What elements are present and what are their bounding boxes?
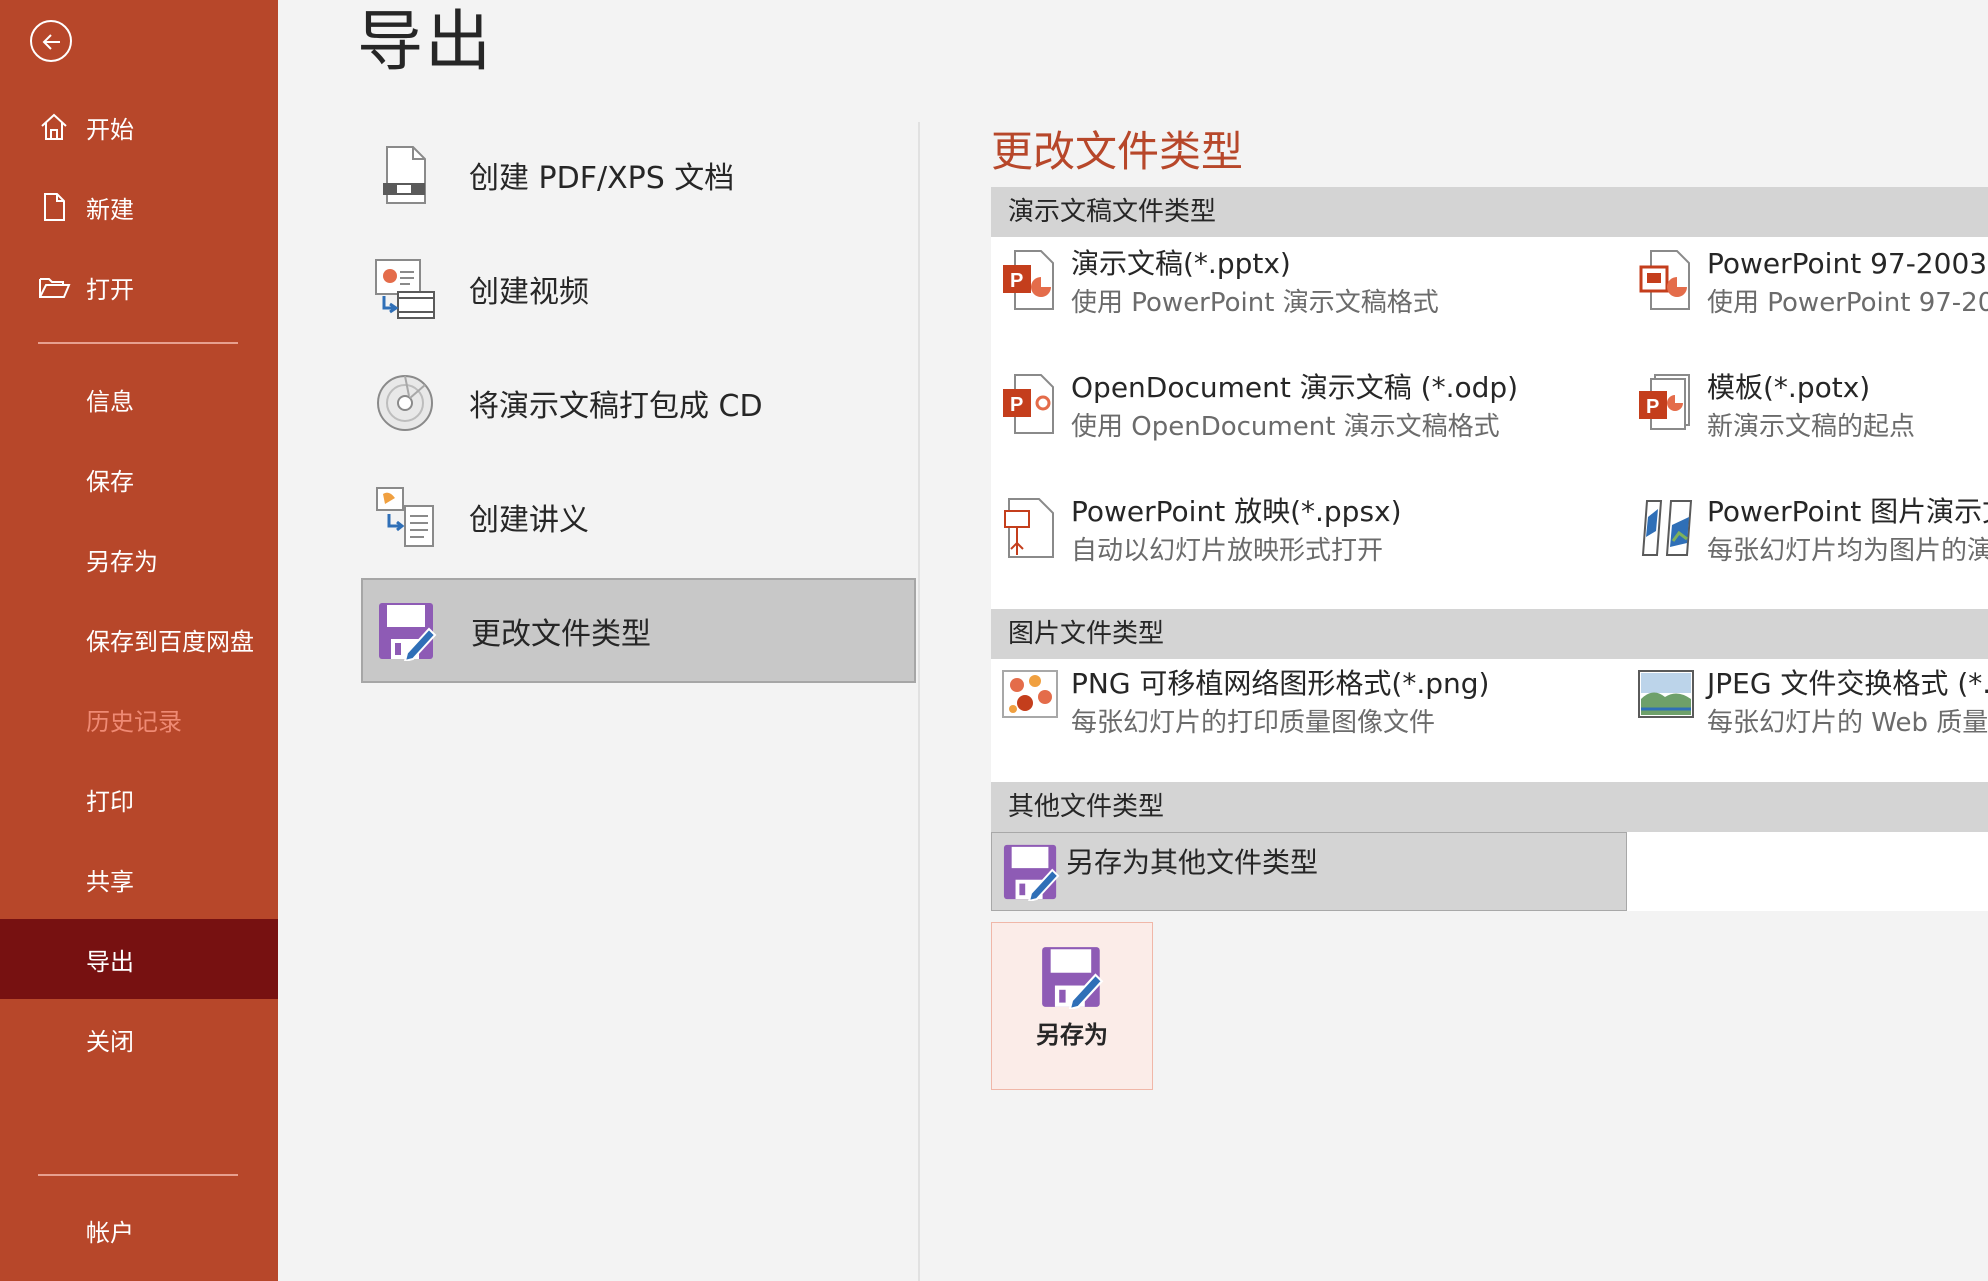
save-as-purple-icon bbox=[1002, 843, 1060, 903]
svg-text:P: P bbox=[1010, 394, 1023, 416]
export-change-file-type-label: 更改文件类型 bbox=[471, 616, 651, 652]
nav-info-label: 信息 bbox=[86, 387, 134, 416]
back-button[interactable] bbox=[30, 20, 72, 62]
save-as-button[interactable]: 另存为 bbox=[991, 922, 1153, 1090]
page-title: 导出 bbox=[357, 3, 493, 80]
filetype-png[interactable]: PNG 可移植网络图形格式(*.png) 每张幻灯片的打印质量图像文件 bbox=[991, 659, 1616, 769]
export-create-handouts[interactable]: 创建讲义 bbox=[361, 464, 916, 569]
nav-export[interactable]: 导出 bbox=[0, 919, 278, 999]
nav-close-label: 关闭 bbox=[86, 1027, 134, 1056]
filetype-jpeg[interactable]: JPEG 文件交换格式 (*.jp 每张幻灯片的 Web 质量 bbox=[1627, 659, 1988, 769]
save-as-button-label: 另存为 bbox=[1036, 1021, 1108, 1049]
nav-share-label: 共享 bbox=[86, 867, 134, 896]
cd-icon bbox=[373, 371, 437, 435]
nav-print[interactable]: 打印 bbox=[0, 759, 278, 839]
nav-save-as-label: 另存为 bbox=[86, 547, 158, 576]
filetype-ppsx[interactable]: PowerPoint 放映(*.ppsx) 自动以幻灯片放映形式打开 bbox=[991, 487, 1616, 597]
odp-file-icon: P bbox=[1001, 373, 1059, 437]
save-as-purple-icon bbox=[375, 599, 439, 663]
nav-info[interactable]: 信息 bbox=[0, 359, 278, 439]
nav-save-label: 保存 bbox=[86, 467, 134, 496]
group-header-other: 其他文件类型 bbox=[991, 782, 1988, 832]
jpeg-image-icon bbox=[1637, 669, 1695, 733]
export-create-pdf[interactable]: 创建 PDF/XPS 文档 bbox=[361, 122, 916, 227]
nav-open-label: 打开 bbox=[86, 275, 134, 304]
svg-text:P: P bbox=[1646, 396, 1659, 418]
nav-account-label: 帐户 bbox=[86, 1218, 134, 1247]
filetype-odp-desc: 使用 OpenDocument 演示文稿格式 bbox=[1071, 412, 1500, 442]
export-create-pdf-label: 创建 PDF/XPS 文档 bbox=[469, 160, 735, 196]
file-types-panel: 演示文稿文件类型 P 演示文稿(*.pptx) 使用 PowerPoint 演示… bbox=[991, 187, 1988, 911]
video-icon bbox=[373, 257, 437, 321]
ppt-legacy-file-icon bbox=[1637, 249, 1695, 313]
filetype-save-as-other-label: 另存为其他文件类型 bbox=[1066, 846, 1319, 879]
filetype-ppt-97-2003-desc: 使用 PowerPoint 97-20 bbox=[1707, 288, 1988, 318]
ppsx-file-icon bbox=[1001, 497, 1059, 561]
nav-open[interactable]: 打开 bbox=[0, 247, 278, 327]
new-document-icon bbox=[34, 187, 74, 227]
nav-export-label: 导出 bbox=[86, 947, 134, 976]
folder-open-icon bbox=[34, 267, 74, 307]
filetype-png-desc: 每张幻灯片的打印质量图像文件 bbox=[1071, 708, 1436, 738]
nav-history-label: 历史记录 bbox=[86, 707, 182, 736]
filetype-png-title: PNG 可移植网络图形格式(*.png) bbox=[1071, 667, 1490, 700]
nav-share[interactable]: 共享 bbox=[0, 839, 278, 919]
filetype-pptx-title: 演示文稿(*.pptx) bbox=[1071, 247, 1291, 280]
filetype-odp-title: OpenDocument 演示文稿 (*.odp) bbox=[1071, 371, 1519, 404]
filetype-picture-presentation-desc: 每张幻灯片均为图片的演 bbox=[1707, 536, 1988, 566]
section-title: 更改文件类型 bbox=[991, 127, 1244, 176]
filetype-ppsx-desc: 自动以幻灯片放映形式打开 bbox=[1071, 536, 1384, 566]
filetype-potx-desc: 新演示文稿的起点 bbox=[1707, 412, 1916, 442]
export-create-video[interactable]: 创建视频 bbox=[361, 236, 916, 341]
export-package-cd-label: 将演示文稿打包成 CD bbox=[469, 388, 763, 424]
nav-save-as[interactable]: 另存为 bbox=[0, 519, 278, 599]
picture-presentation-icon bbox=[1637, 497, 1695, 561]
nav-new[interactable]: 新建 bbox=[0, 167, 278, 247]
svg-text:P: P bbox=[1010, 270, 1023, 292]
filetype-jpeg-desc: 每张幻灯片的 Web 质量 bbox=[1707, 708, 1988, 738]
pptx-file-icon: P bbox=[1001, 249, 1059, 313]
filetype-pptx[interactable]: P 演示文稿(*.pptx) 使用 PowerPoint 演示文稿格式 bbox=[991, 239, 1616, 349]
filetype-ppt-97-2003[interactable]: PowerPoint 97-2003 演 使用 PowerPoint 97-20 bbox=[1627, 239, 1988, 349]
nav-save[interactable]: 保存 bbox=[0, 439, 278, 519]
nav-save-to-baidu-label: 保存到百度网盘 bbox=[86, 627, 254, 656]
filetype-picture-presentation-title: PowerPoint 图片演示文 bbox=[1707, 495, 1988, 528]
export-create-video-label: 创建视频 bbox=[469, 274, 589, 310]
handouts-icon bbox=[373, 485, 437, 549]
filetype-odp[interactable]: P OpenDocument 演示文稿 (*.odp) 使用 OpenDocum… bbox=[991, 363, 1616, 473]
nav-save-to-baidu[interactable]: 保存到百度网盘 bbox=[0, 599, 278, 679]
arrow-left-icon bbox=[42, 34, 60, 50]
filetype-picture-presentation[interactable]: PowerPoint 图片演示文 每张幻灯片均为图片的演 bbox=[1627, 487, 1988, 597]
export-package-cd[interactable]: 将演示文稿打包成 CD bbox=[361, 350, 916, 455]
nav-close[interactable]: 关闭 bbox=[0, 999, 278, 1079]
column-divider bbox=[918, 122, 920, 1281]
save-as-purple-icon bbox=[1040, 945, 1104, 1011]
filetype-jpeg-title: JPEG 文件交换格式 (*.jp bbox=[1707, 667, 1988, 700]
export-create-handouts-label: 创建讲义 bbox=[469, 502, 589, 538]
sidebar-divider bbox=[38, 1174, 238, 1176]
filetype-ppsx-title: PowerPoint 放映(*.ppsx) bbox=[1071, 495, 1402, 528]
filetype-potx[interactable]: P 模板(*.potx) 新演示文稿的起点 bbox=[1627, 363, 1988, 473]
png-image-icon bbox=[1001, 669, 1059, 733]
pdf-document-icon bbox=[373, 143, 437, 207]
group-header-image: 图片文件类型 bbox=[991, 609, 1988, 659]
nav-home-label: 开始 bbox=[86, 115, 134, 144]
filetype-ppt-97-2003-title: PowerPoint 97-2003 演 bbox=[1707, 247, 1988, 280]
filetype-potx-title: 模板(*.potx) bbox=[1707, 371, 1871, 404]
nav-history: 历史记录 bbox=[0, 679, 278, 759]
group-header-presentation: 演示文稿文件类型 bbox=[991, 187, 1988, 237]
nav-account[interactable]: 帐户 bbox=[0, 1190, 278, 1270]
nav-new-label: 新建 bbox=[86, 195, 134, 224]
filetype-pptx-desc: 使用 PowerPoint 演示文稿格式 bbox=[1071, 288, 1439, 318]
filetype-save-as-other[interactable]: 另存为其他文件类型 bbox=[991, 832, 1627, 911]
backstage-sidebar: 开始 新建 打开 信息 保存 另存为 保存到百度网盘 历史记录 打印 共享 导出… bbox=[0, 0, 278, 1281]
export-change-file-type[interactable]: 更改文件类型 bbox=[361, 578, 916, 683]
home-icon bbox=[34, 107, 74, 147]
sidebar-divider bbox=[38, 342, 238, 344]
potx-file-icon: P bbox=[1637, 373, 1695, 437]
nav-home[interactable]: 开始 bbox=[0, 87, 278, 167]
nav-print-label: 打印 bbox=[86, 787, 134, 816]
